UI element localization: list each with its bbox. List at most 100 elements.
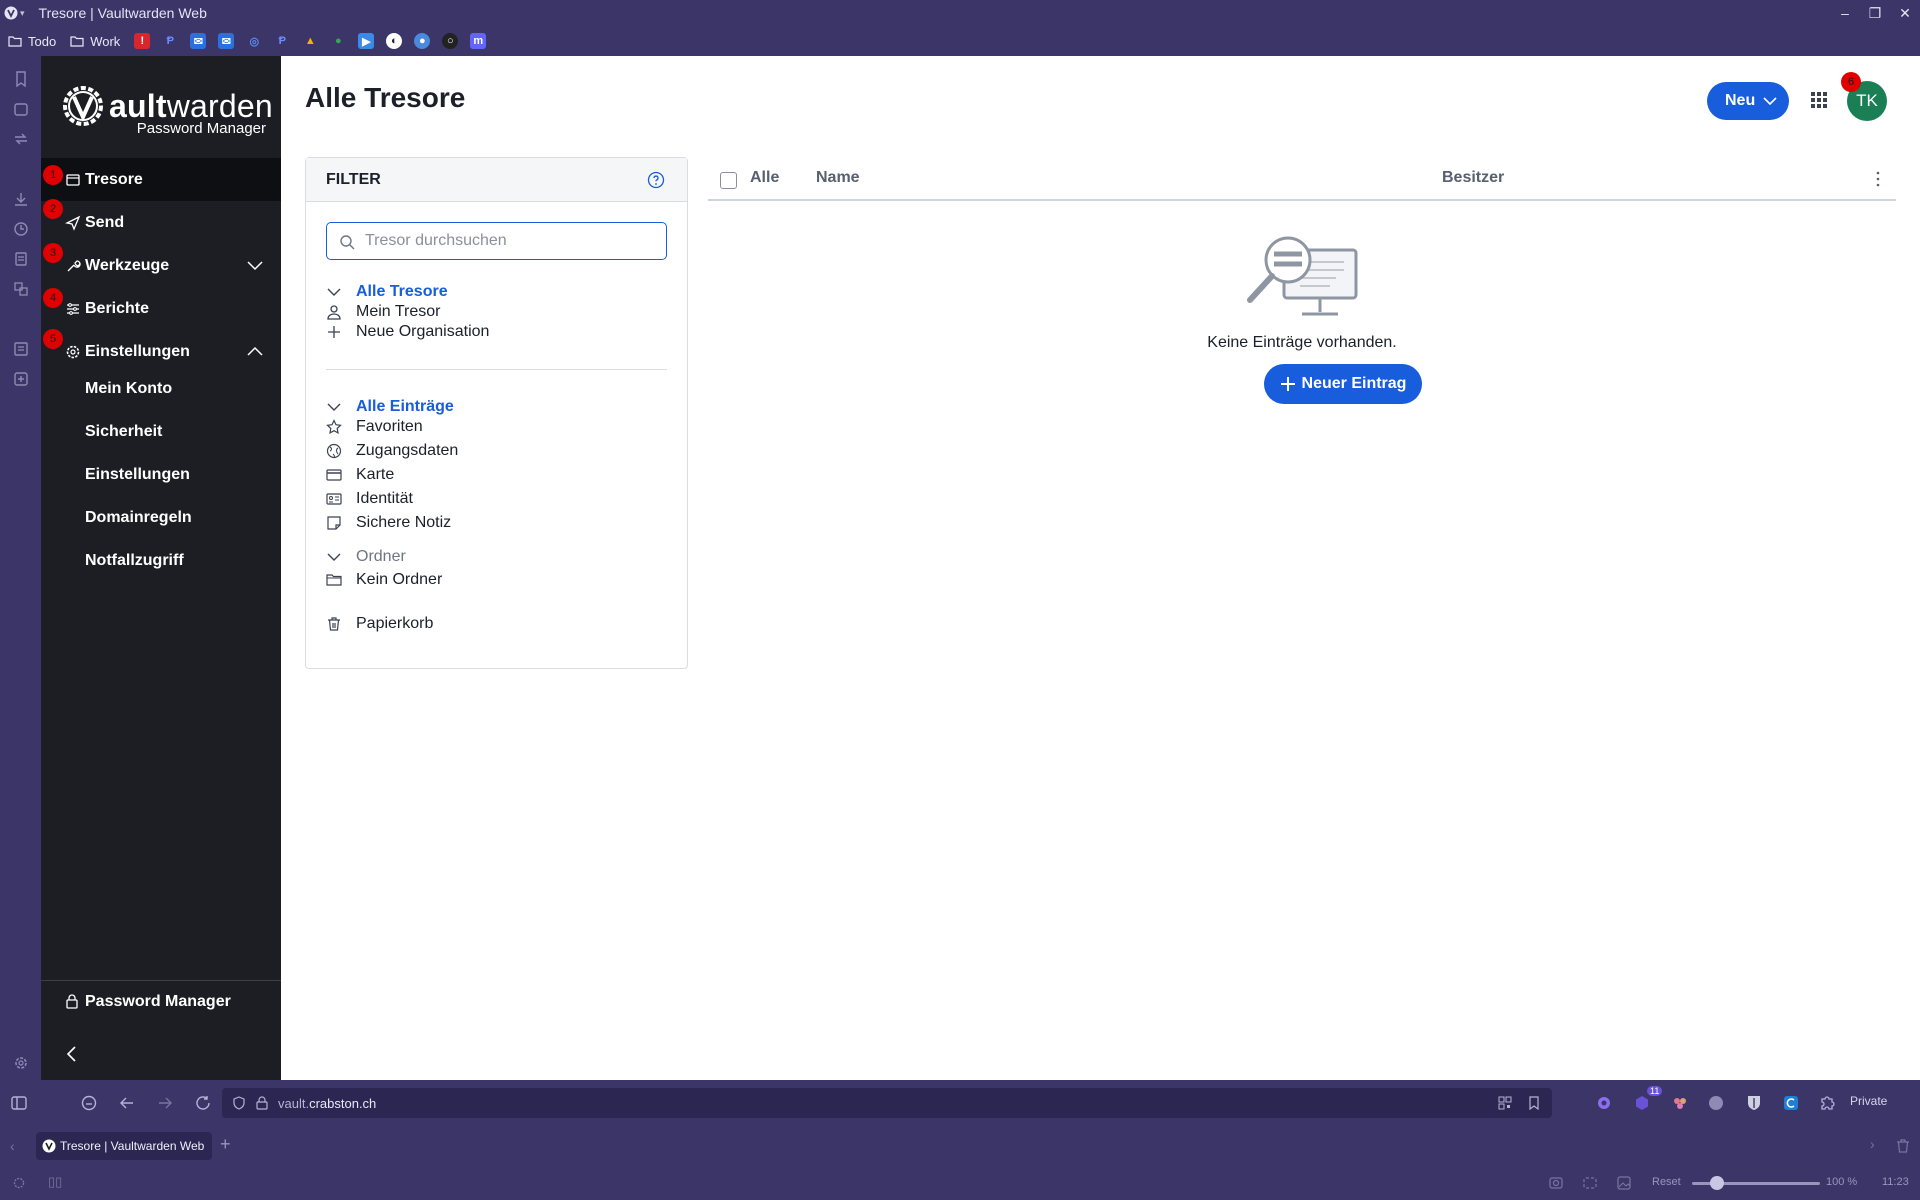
- filter-no-folder[interactable]: Kein Ordner: [326, 569, 442, 591]
- mail-icon[interactable]: ✉: [190, 33, 207, 49]
- url-input[interactable]: vault. crabston.ch: [222, 1088, 1552, 1118]
- notes-icon[interactable]: [12, 250, 30, 268]
- circle-icon[interactable]: ○: [442, 33, 459, 49]
- github-icon[interactable]: ◐: [386, 33, 403, 49]
- globe-icon[interactable]: ◎: [246, 33, 262, 49]
- filter-favorites[interactable]: Favoriten: [326, 416, 423, 438]
- filter-trash[interactable]: Papierkorb: [326, 613, 433, 635]
- lock-icon[interactable]: [256, 1096, 268, 1110]
- close-button[interactable]: ✕: [1890, 0, 1920, 26]
- filter-folders-header[interactable]: Ordner: [326, 546, 406, 568]
- bookmark-folder-work[interactable]: Work: [70, 34, 120, 49]
- qr-code-icon[interactable]: [1498, 1096, 1512, 1110]
- page-tiling-icon[interactable]: [1582, 1175, 1598, 1191]
- chevron-up-icon[interactable]: [247, 345, 263, 357]
- circle-icon[interactable]: ●: [414, 33, 431, 49]
- settings-icon[interactable]: [12, 1054, 30, 1072]
- mastodon-icon[interactable]: m: [470, 33, 487, 49]
- filter-identities[interactable]: Identität: [326, 488, 413, 510]
- extension-dots-icon[interactable]: [1671, 1094, 1689, 1112]
- tab-vaultwarden[interactable]: Tresore | Vaultwarden Web: [36, 1132, 212, 1160]
- new-button[interactable]: Neu: [1707, 82, 1789, 120]
- filter-label: Karte: [356, 466, 395, 483]
- column-owner[interactable]: Besitzer: [1442, 169, 1504, 187]
- help-icon[interactable]: [647, 171, 665, 189]
- translate-icon[interactable]: [12, 280, 30, 298]
- vivaldi-icon[interactable]: [4, 6, 18, 20]
- filter-secure-notes[interactable]: Sichere Notiz: [326, 512, 451, 534]
- bookmark-icon[interactable]: [1528, 1096, 1540, 1110]
- nav-subitem-notfallzugriff[interactable]: Notfallzugriff: [85, 552, 184, 570]
- nav-subitem-domainregeln[interactable]: Domainregeln: [85, 509, 192, 527]
- tab-scroll-right-icon[interactable]: ›: [1870, 1136, 1875, 1152]
- image-toggle-icon[interactable]: [1616, 1175, 1632, 1191]
- nav-item-werkzeuge[interactable]: Werkzeuge 3: [41, 243, 281, 287]
- downloads-icon[interactable]: [12, 190, 30, 208]
- bookmark-panel-icon[interactable]: [12, 70, 30, 88]
- p-icon[interactable]: Ᵽ: [274, 33, 290, 49]
- mail-icon[interactable]: ✉: [218, 33, 235, 49]
- zoom-reset-button[interactable]: Reset: [1652, 1176, 1681, 1188]
- new-item-button[interactable]: Neuer Eintrag: [1264, 364, 1422, 404]
- nav-subitem-einstellungen[interactable]: Einstellungen: [85, 466, 190, 484]
- app-grid-icon[interactable]: [1810, 91, 1828, 109]
- chevron-left-icon[interactable]: [65, 1044, 79, 1064]
- bitwarden-shield-icon[interactable]: [1745, 1094, 1763, 1112]
- tiling-icon[interactable]: ▯▯: [48, 1174, 62, 1190]
- filter-my-vault[interactable]: Mein Tresor: [326, 301, 440, 323]
- nav-subitem-mein-konto[interactable]: Mein Konto: [85, 380, 172, 398]
- chevron-down-icon[interactable]: [326, 284, 342, 300]
- filter-all-items[interactable]: Alle Einträge: [326, 396, 454, 418]
- sync-icon[interactable]: [12, 130, 30, 148]
- reload-icon[interactable]: [194, 1094, 212, 1112]
- product-switcher[interactable]: Password Manager: [41, 980, 281, 1022]
- trash-icon[interactable]: [1896, 1138, 1910, 1154]
- vaultwarden-logo[interactable]: aultwarden Password Manager: [61, 84, 273, 137]
- p-icon[interactable]: Ᵽ: [162, 33, 178, 49]
- extension-gear-icon[interactable]: [1595, 1094, 1613, 1112]
- column-all[interactable]: Alle: [750, 169, 779, 187]
- extension-ip-icon[interactable]: [1707, 1094, 1725, 1112]
- extensions-puzzle-icon[interactable]: [1818, 1094, 1836, 1112]
- more-options-icon[interactable]: [1876, 171, 1880, 187]
- menu-caret-icon[interactable]: ▾: [20, 8, 25, 19]
- filter-all-vaults[interactable]: Alle Tresore: [326, 281, 448, 303]
- chevron-down-icon[interactable]: [326, 399, 342, 415]
- minimize-button[interactable]: –: [1830, 0, 1860, 26]
- panel-toggle-icon[interactable]: [10, 1094, 28, 1112]
- filter-new-organization[interactable]: Neue Organisation: [326, 321, 489, 343]
- zoom-slider-handle[interactable]: [1710, 1176, 1724, 1190]
- filter-logins[interactable]: Zugangsdaten: [326, 440, 458, 462]
- nav-item-tresore[interactable]: Tresore 1: [41, 158, 281, 201]
- capture-icon[interactable]: [1548, 1175, 1564, 1191]
- add-panel-icon[interactable]: [12, 370, 30, 388]
- nav-item-send[interactable]: Send 2: [41, 199, 281, 244]
- window-panel-icon[interactable]: [12, 340, 30, 358]
- back-icon[interactable]: [118, 1094, 136, 1112]
- column-name[interactable]: Name: [816, 169, 860, 187]
- maps-icon[interactable]: ●: [330, 33, 346, 49]
- filter-cards[interactable]: Karte: [326, 464, 394, 486]
- alert-icon[interactable]: !: [134, 33, 151, 49]
- select-all-checkbox[interactable]: [720, 172, 737, 189]
- chevron-down-icon[interactable]: [326, 549, 342, 565]
- maximize-button[interactable]: ❐: [1860, 0, 1890, 26]
- search-input[interactable]: Tresor durchsuchen: [326, 222, 667, 260]
- chevron-down-icon[interactable]: [247, 259, 263, 271]
- play-icon[interactable]: ▶: [358, 33, 375, 49]
- extension-hex-icon[interactable]: [1633, 1094, 1651, 1112]
- forward-icon[interactable]: [156, 1094, 174, 1112]
- tab-scroll-left-icon[interactable]: ‹: [10, 1138, 15, 1154]
- reading-list-icon[interactable]: [12, 100, 30, 118]
- bookmark-folder-todo[interactable]: Todo: [8, 34, 56, 49]
- nav-subitem-sicherheit[interactable]: Sicherheit: [85, 423, 162, 441]
- nav-item-berichte[interactable]: Berichte 4: [41, 287, 281, 330]
- history-icon[interactable]: [12, 220, 30, 238]
- drive-icon[interactable]: ▲: [302, 33, 318, 49]
- settings-icon[interactable]: [12, 1176, 26, 1190]
- extension-c-icon[interactable]: [1782, 1094, 1800, 1112]
- nav-item-einstellungen[interactable]: Einstellungen 5: [41, 329, 281, 373]
- shield-icon[interactable]: [232, 1096, 246, 1110]
- new-tab-button[interactable]: +: [220, 1134, 231, 1155]
- home-icon[interactable]: [80, 1094, 98, 1112]
